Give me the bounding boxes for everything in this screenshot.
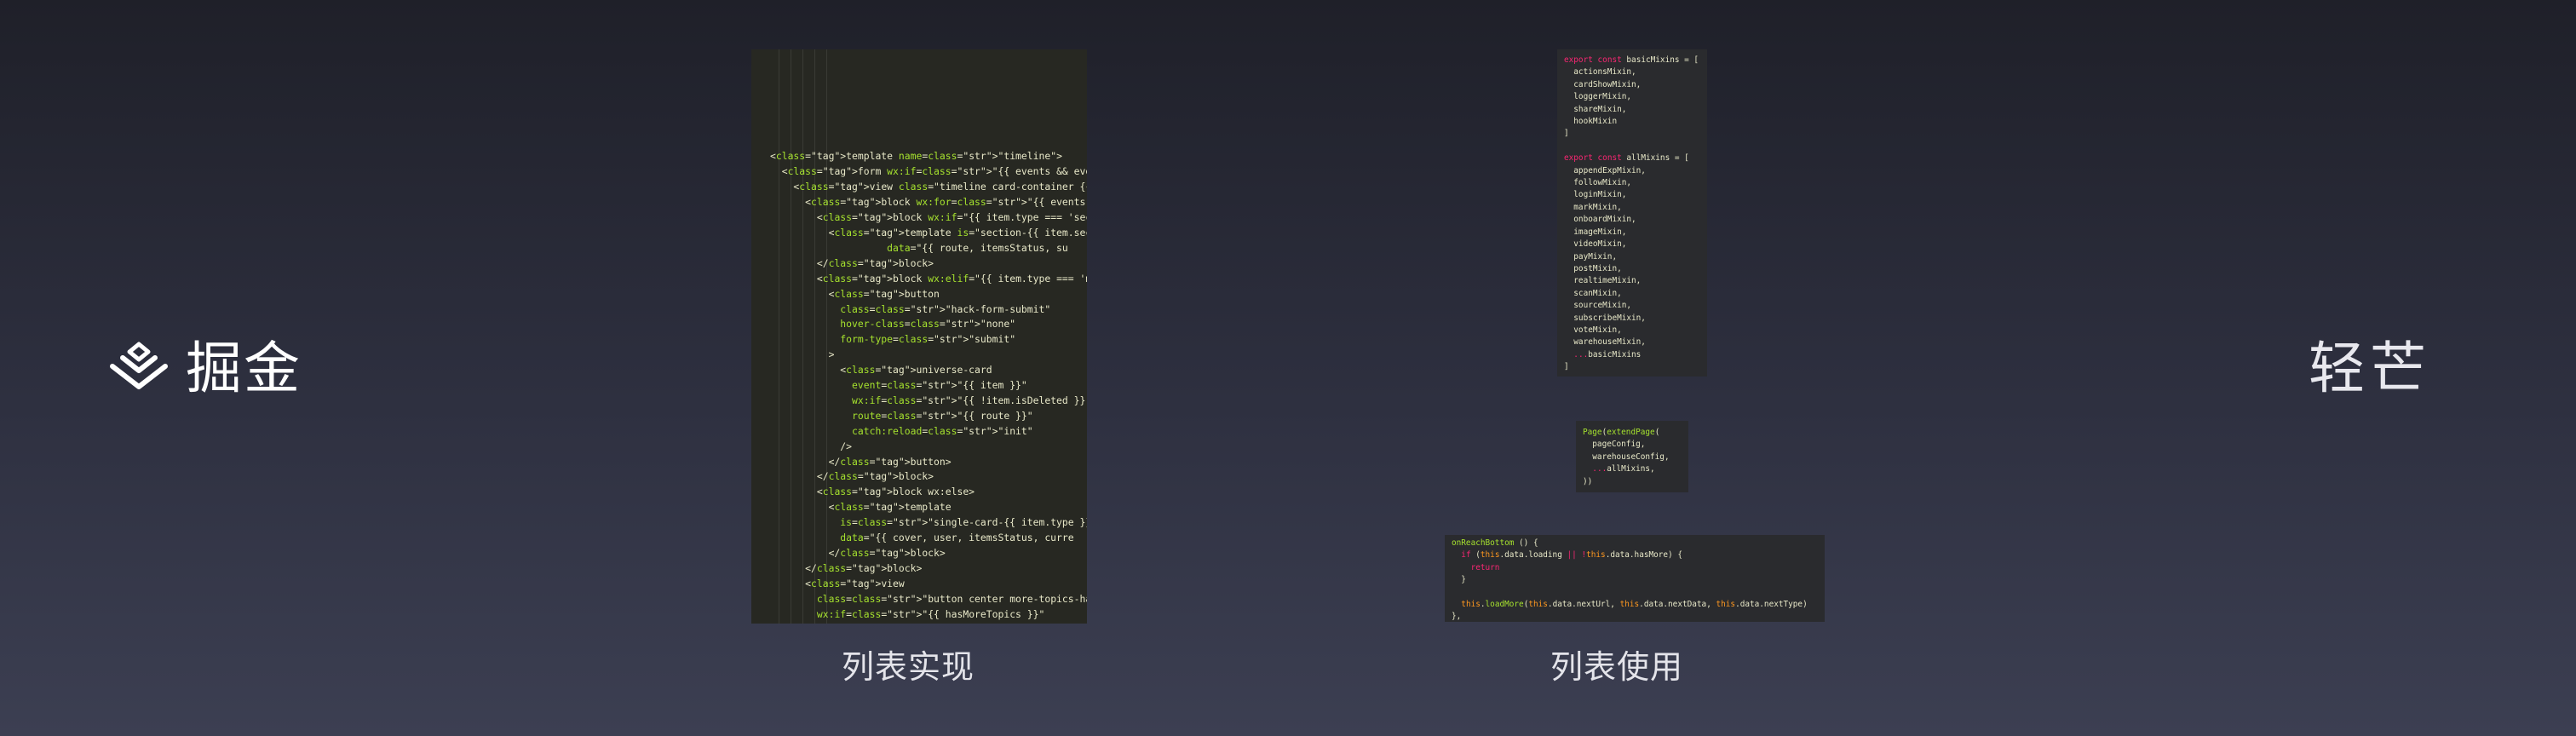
code-line: </class="tag">block> — [770, 547, 946, 559]
code-line: <class="tag">block wx:elif="{{ item.type… — [770, 272, 1087, 285]
code-line: return — [1470, 562, 1500, 572]
code-line: </class="tag">block> — [770, 256, 934, 269]
code-line: subscribeMixin, — [1564, 313, 1646, 323]
code-line: <class="tag">button — [770, 287, 940, 300]
code-line: warehouseMixin, — [1564, 337, 1646, 348]
code-line: payMixin, — [1564, 251, 1618, 262]
code-line: loggerMixin, — [1564, 92, 1632, 102]
code-line: </class="tag">block> — [770, 561, 923, 574]
code-panel-mixins: export const basicMixins = [ actionsMixi… — [1557, 49, 1707, 377]
code-line: warehouseConfig, — [1583, 451, 1670, 462]
code-line: <class="tag">block wx:if="{{ item.type =… — [770, 211, 1087, 224]
code-line: if (this.data.loading || !this.data.hasM… — [1461, 550, 1682, 561]
code-line: }, — [1452, 612, 1462, 622]
code-line: pageConfig, — [1583, 440, 1646, 450]
code-line: hookMixin — [1564, 117, 1618, 127]
code-line: export const basicMixins = [ — [1564, 55, 1699, 65]
code-line: followMixin, — [1564, 178, 1632, 188]
code-line: > — [770, 348, 835, 361]
code-line: </class="tag">block> — [770, 470, 934, 483]
code-line: shareMixin, — [1564, 104, 1627, 114]
code-line: <class="tag">view — [770, 577, 905, 589]
code-line: ] — [1564, 129, 1569, 139]
code-line: appendExpMixin, — [1564, 165, 1646, 175]
code-line: scanMixin, — [1564, 288, 1622, 298]
code-line: onboardMixin, — [1564, 215, 1636, 225]
code-line: /> — [770, 440, 853, 452]
code-line: onReachBottom () { — [1452, 538, 1538, 548]
code-line: ...basicMixins — [1573, 349, 1642, 359]
brand-name-right: 轻芒 — [2309, 336, 2431, 401]
code-line: hover-class=class="str">"none" — [840, 318, 1016, 331]
code-line: cardShowMixin, — [1564, 79, 1642, 89]
code-line: catch:reload=class="str">"init" — [852, 424, 1033, 437]
code-line: data="{{ route, itemsStatus, su — [887, 241, 1068, 254]
code-panel-page: Page(extendPage( pageConfig, warehouseCo… — [1576, 421, 1688, 492]
code-line: realtimeMixin, — [1564, 276, 1642, 286]
code-line: export const allMixins = [ — [1564, 153, 1689, 164]
code-line: imageMixin, — [1564, 227, 1627, 237]
code-line: wx:if=class="str">"{{ !item.isDeleted }}… — [852, 394, 1087, 406]
code-line: <class="tag">block wx:else> — [770, 486, 975, 498]
code-line: form-type=class="str">"submit" — [840, 333, 1016, 346]
code-line: ] — [1564, 362, 1569, 372]
code-line: actionsMixin, — [1564, 67, 1636, 78]
code-line: postMixin, — [1564, 263, 1622, 273]
code-panel-reach-bottom: onReachBottom () { if (this.data.loading… — [1445, 535, 1825, 622]
code-line: data="{{ cover, user, itemsStatus, curre — [840, 532, 1074, 544]
code-line: } — [1452, 575, 1466, 585]
code-line: event=class="str">"{{ item }}" — [852, 379, 1027, 392]
code-line: class=class="str">"hack-form-submit" — [840, 302, 1051, 315]
code-line: loginMixin, — [1564, 190, 1627, 200]
juejin-logo-icon — [110, 342, 168, 389]
code-line: this.loadMore(this.data.nextUrl, this.da… — [1461, 600, 1808, 610]
code-line: videoMixin, — [1564, 239, 1627, 250]
code-line: route=class="str">"{{ route }}" — [852, 409, 1033, 422]
code-line: Page(extendPage( — [1583, 428, 1660, 437]
code-line: class=class="str">"button center more-to… — [816, 592, 1087, 605]
code-line: <class="tag">form wx:if=class="str">"{{ … — [770, 165, 1087, 178]
code-line: <class="tag">view class="timeline card-c… — [770, 181, 1087, 193]
brand-name-left: 掘金 — [186, 336, 302, 401]
brand-juejin: 掘金 — [104, 331, 302, 407]
code-line: sourceMixin, — [1564, 301, 1632, 311]
code-line: <class="tag">template name=class="str">"… — [770, 150, 1062, 163]
code-line: ...allMixins, — [1592, 464, 1655, 474]
code-line: markMixin, — [1564, 202, 1622, 212]
code-line: <class="tag">universe-card — [770, 364, 992, 377]
code-line: wx:if=class="str">"{{ hasMoreTopics }}" — [816, 607, 1045, 620]
code-line: <class="tag">template is="section-{{ ite… — [770, 226, 1087, 239]
code-line: voteMixin, — [1564, 325, 1622, 335]
code-line: <class="tag">template — [770, 501, 952, 514]
caption-list-implementation: 列表实现 — [842, 648, 975, 686]
code-line: is=class="str">"single-card-{{ item.type… — [840, 516, 1087, 529]
code-panel-list-implementation: <class="tag">template name=class="str">"… — [751, 49, 1087, 624]
code-line: </class="tag">button> — [770, 455, 952, 468]
caption-list-usage: 列表使用 — [1550, 648, 1684, 686]
code-line: )) — [1583, 476, 1593, 486]
code-line: <class="tag">block wx:for=class="str">"{… — [770, 196, 1086, 209]
code-line: catchtap=class="str">"onTapAllTopics" — [770, 623, 1087, 624]
